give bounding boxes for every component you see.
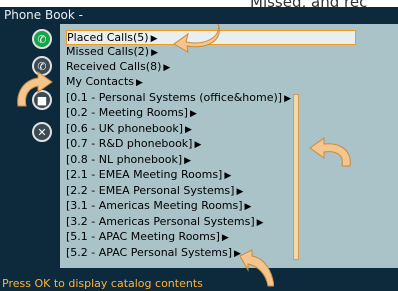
list-scrollbar[interactable] — [293, 94, 299, 260]
list-item-directory[interactable]: [5.1 - APAC Meeting Rooms] ▶ — [66, 231, 229, 244]
list-item-directory[interactable]: [0.6 - UK phonebook] ▶ — [66, 123, 192, 136]
callout-arrow-icon — [239, 249, 274, 287]
list-item-received-calls[interactable]: Received Calls(8) ▶ — [66, 61, 170, 74]
list-item-my-contacts[interactable]: My Contacts ▶ — [66, 76, 143, 89]
list-item-directory[interactable]: [5.2 - APAC Personal Systems] ▶ — [66, 247, 241, 260]
list-item-directory[interactable]: [2.2 - EMEA Personal Systems] ▶ — [66, 185, 243, 198]
list-item-directory[interactable]: [0.8 - NL phonebook] ▶ — [66, 154, 191, 167]
list-item-directory[interactable]: [0.1 - Personal Systems (office&home)] ▶ — [66, 92, 291, 105]
status-bar: Press OK to display catalog contents — [0, 275, 398, 291]
status-text: Press OK to display catalog contents — [2, 277, 203, 290]
list-item-directory[interactable]: [2.1 - EMEA Meeting Rooms] ▶ — [66, 169, 231, 182]
callout-arrow-icon — [309, 137, 351, 167]
list-item-directory[interactable]: [3.2 - Americas Personal Systems] ▶ — [66, 216, 264, 229]
contacts-icon[interactable]: ✕ — [32, 122, 52, 142]
list-item-missed-calls[interactable]: Missed Calls(2) ▶ — [66, 46, 158, 59]
callout-arrow-icon — [173, 23, 220, 53]
window-title: Phone Book - — [4, 8, 83, 22]
callout-arrow-icon — [17, 71, 53, 107]
list-item-directory[interactable]: [0.2 - Meeting Rooms] ▶ — [66, 107, 197, 120]
call-icon[interactable]: ✆ — [32, 29, 52, 49]
list-item-directory[interactable]: [3.1 - Americas Meeting Rooms] ▶ — [66, 200, 251, 213]
list-item-directory[interactable]: [0.7 - R&D phonebook] ▶ — [66, 138, 201, 151]
